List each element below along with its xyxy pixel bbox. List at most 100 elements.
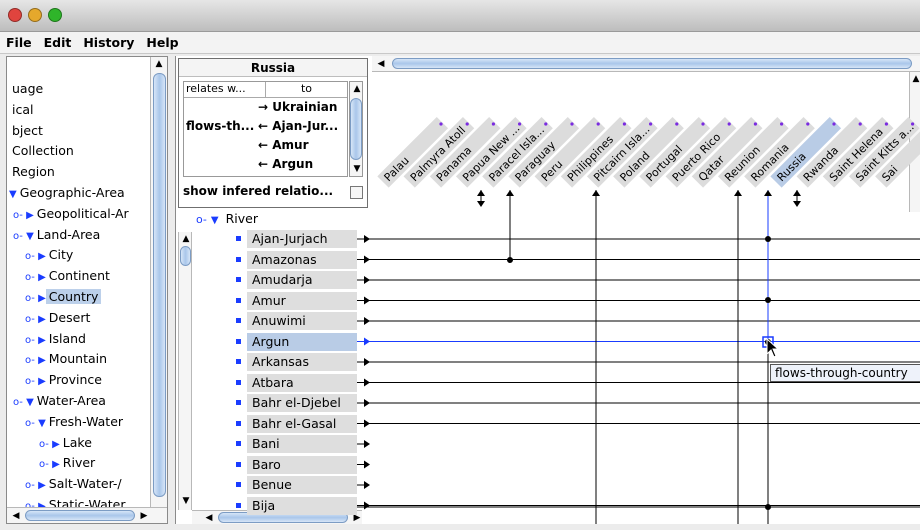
collapsed-twisty-icon[interactable]: ▶ [38,480,46,491]
expanded-twisty-icon[interactable]: ▼ [9,189,17,200]
matrix-row-label[interactable]: Bahr el-Djebel [236,394,357,412]
collapsed-twisty-icon[interactable]: ▶ [38,314,46,325]
minimize-window-button[interactable] [28,8,42,22]
scroll-up-arrow-icon[interactable]: ▲ [152,57,166,71]
scroll-left-arrow-icon[interactable]: ◀ [374,57,388,71]
relation-row[interactable]: → Ukrainian [184,98,337,116]
menu-file[interactable]: File [6,35,32,50]
scroll-thumb[interactable] [180,246,191,266]
scroll-down-arrow-icon[interactable]: ▼ [350,162,364,176]
close-window-button[interactable] [8,8,22,22]
matrix-row-label[interactable]: Bahr el-Gasal [236,414,357,433]
scroll-thumb[interactable] [153,73,166,497]
scroll-up-arrow-icon[interactable]: ▲ [350,82,364,96]
matrix-row-label-text: Bahr el-Djebel [247,394,357,412]
class-tree-node[interactable]: Collection [9,141,77,161]
scroll-right-arrow-icon[interactable]: ▶ [137,509,151,523]
collapsed-twisty-icon[interactable]: ▶ [38,272,46,283]
class-tree-node[interactable]: ical [9,100,36,120]
scroll-left-arrow-icon[interactable]: ◀ [9,509,23,523]
expanded-twisty-icon[interactable]: ▼ [38,418,46,429]
class-tree-node[interactable]: o- ▶ Country [25,287,102,307]
class-tree-node[interactable]: Region [9,162,58,182]
connector-icon: o- [25,313,39,325]
matrix-row-label[interactable]: Argun [236,332,357,351]
matrix-row-label[interactable]: Arkansas [236,353,357,371]
class-tree-node[interactable]: o- ▼ Water-Area [13,391,109,411]
class-tree-node[interactable]: o- ▶ City [25,245,76,265]
collapsed-twisty-icon[interactable]: ▶ [52,439,60,450]
class-tree-node[interactable]: o- ▶ Island [25,329,89,349]
relations-table-scrollbar[interactable]: ▲ ▼ [349,81,363,177]
class-tree-horizontal-scrollbar[interactable]: ◀ ▶ [7,507,167,523]
menu-history[interactable]: History [83,35,134,50]
class-tree-node-label: Country [45,289,102,304]
scroll-up-arrow-icon[interactable]: ▲ [179,232,193,246]
tree-node-river[interactable]: o- ▼ River [196,210,258,228]
class-tree-node[interactable]: bject [9,121,46,141]
collapsed-twisty-icon[interactable]: ▶ [38,335,46,346]
relation-row[interactable]: ← Amur [184,136,308,154]
matrix-row-label-text: Amazonas [247,250,357,269]
scroll-up-arrow-icon[interactable]: ▲ [909,72,920,86]
class-tree-node-label: uage [12,81,44,96]
class-tree-node[interactable]: o- ▼ Fresh-Water [25,412,126,432]
class-tree-node[interactable]: o- ▶ Continent [25,266,113,286]
class-tree-node[interactable]: o- ▶ Static-Water [25,495,129,507]
class-tree-node[interactable]: o- ▶ Desert [25,308,93,328]
relation-row[interactable]: flows-th... ← Ajan-Jur... [184,117,338,135]
class-tree-vertical-scrollbar[interactable]: ▲ [150,57,167,507]
connector-icon: o- [196,213,207,226]
class-tree-node[interactable]: o- ▶ Mountain [25,349,110,369]
column-header-relates[interactable]: relates w... [184,82,266,97]
class-tree-node[interactable]: o- ▼ Land-Area [13,225,103,245]
matrix-row-label[interactable]: Ajan-Jurjach [236,230,357,248]
scroll-thumb[interactable] [350,98,362,160]
matrix-row-label[interactable]: Amur [236,291,357,310]
relation-row[interactable]: ← Argun [184,155,313,173]
matrix-row-label[interactable]: Anuwimi [236,312,357,330]
menu-help[interactable]: Help [146,35,178,50]
class-tree-node-label: Geopolitical-Ar [36,205,129,221]
matrix-row-label[interactable]: Amazonas [236,250,357,269]
scroll-thumb-horizontal[interactable] [392,58,912,69]
matrix-row-label[interactable]: Atbara [236,373,357,392]
expanded-twisty-icon[interactable]: ▼ [26,231,34,242]
expanded-twisty-icon[interactable]: ▼ [26,397,34,408]
show-inferred-checkbox[interactable] [350,186,363,199]
collapsed-twisty-icon[interactable]: ▶ [52,459,60,470]
class-tree-node[interactable]: o- ▶ River [39,453,98,473]
scroll-left-arrow-icon[interactable]: ◀ [202,511,216,524]
matrix-row-label[interactable]: Bani [236,435,357,453]
class-tree-node[interactable]: o- ▶ Lake [39,433,95,453]
matrix-row-label[interactable]: Baro [236,455,357,474]
relations-table-header: relates w... to [184,82,347,98]
expanded-twisty-icon[interactable]: ▼ [211,215,219,226]
class-tree-node[interactable]: uage [9,79,46,99]
collapsed-twisty-icon[interactable]: ▶ [38,293,46,304]
instance-bullet-icon [236,502,241,508]
matrix-row-label[interactable]: Bija [236,496,357,515]
class-tree-node[interactable]: o- ▶ Salt-Water-/ [25,474,125,494]
collapsed-twisty-icon[interactable]: ▶ [26,210,34,221]
matrix-row-label[interactable]: Amudarja [236,271,357,289]
matrix-header-scrollbar[interactable]: ▲ [909,72,920,212]
scroll-thumb-horizontal[interactable] [25,510,135,521]
matrix-row-label[interactable]: Benue [236,476,357,494]
matrix-top-scrollbar[interactable]: ◀ [372,56,920,72]
scroll-down-arrow-icon[interactable]: ▼ [179,494,193,508]
class-tree-node[interactable]: o- ▶ Province [25,370,105,390]
class-tree-node-label: Region [12,164,55,180]
collapsed-twisty-icon[interactable]: ▶ [38,376,46,387]
collapsed-twisty-icon[interactable]: ▶ [38,355,46,366]
zoom-window-button[interactable] [48,8,62,22]
menu-edit[interactable]: Edit [44,35,72,50]
relation-target: ← Argun [258,157,314,171]
matrix-rows-scrollbar[interactable]: ▲ ▼ [178,232,192,510]
class-tree-node[interactable]: ▼ Geographic-Area [9,183,128,203]
column-header-to[interactable]: to [266,82,347,97]
class-tree-node[interactable]: o- ▶ Geopolitical-Ar [13,204,132,224]
instance-bullet-icon [236,461,241,467]
collapsed-twisty-icon[interactable]: ▶ [38,251,46,262]
show-inferred-relations[interactable]: show infered relatio... [183,184,363,202]
